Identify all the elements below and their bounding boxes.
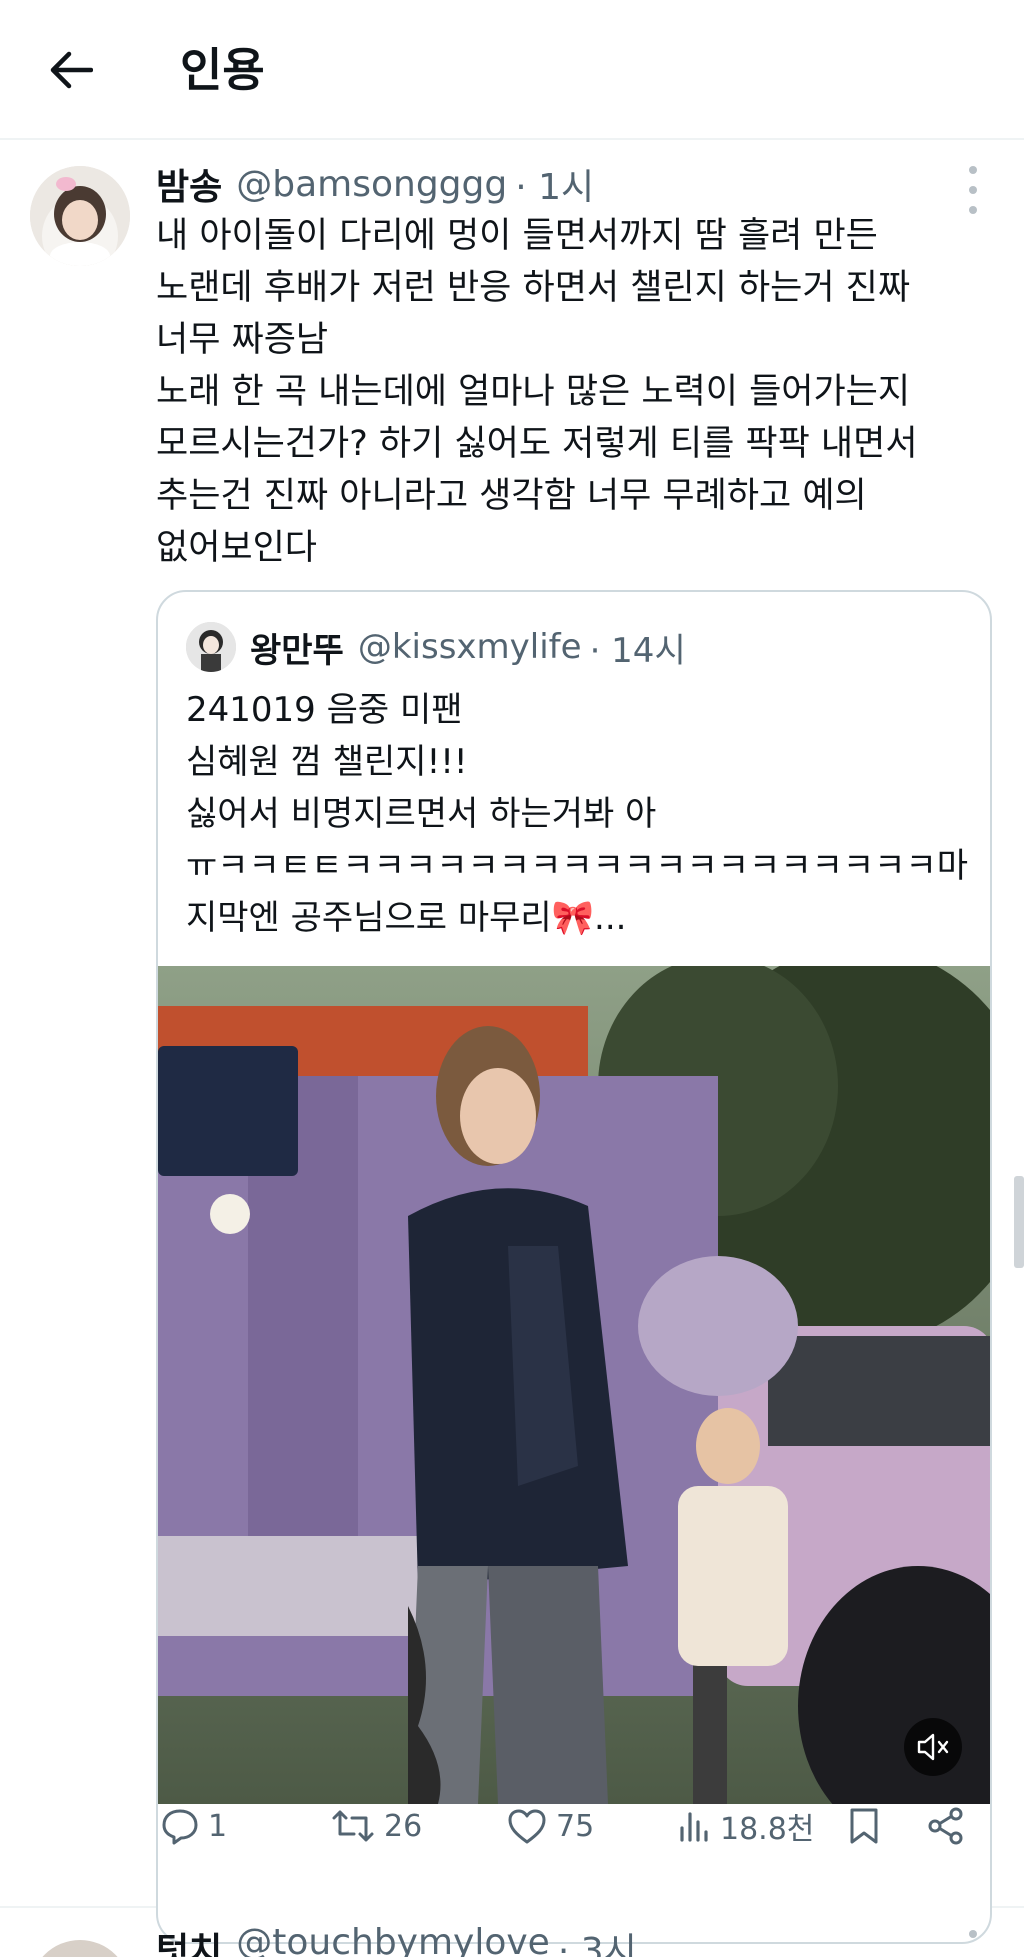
back-button[interactable] (40, 40, 100, 100)
share-icon (928, 1807, 963, 1845)
next-more-options-button[interactable] (958, 1930, 988, 1957)
view-count: 18.8천 (720, 1812, 815, 1847)
post-time: · 1시 (515, 167, 595, 208)
quote-display-name: 왕만뚜 (250, 630, 344, 671)
next-post-header: 텃치 @touchbymylove · 3시 (156, 1922, 637, 1957)
video-player[interactable] (158, 966, 990, 1804)
avatar-image (30, 166, 130, 266)
post[interactable]: 밤송 @bamsongggg · 1시 내 아이돌이 다리에 멍이 들면서까지 … (0, 140, 1024, 1944)
repost-icon (332, 1810, 374, 1842)
quote-time: · 14시 (589, 630, 686, 671)
bookmark-button[interactable] (846, 1796, 890, 1856)
action-bar: 1 26 75 18.8천 (156, 1796, 996, 1856)
avatar[interactable] (30, 166, 130, 266)
repost-button[interactable]: 26 (330, 1796, 422, 1856)
more-dot-icon (969, 1930, 977, 1938)
reply-button[interactable]: 1 (160, 1796, 227, 1856)
more-dot-icon (969, 166, 977, 174)
like-button[interactable]: 75 (506, 1796, 594, 1856)
more-dot-icon (969, 186, 977, 194)
share-button[interactable] (926, 1796, 974, 1856)
quote-avatar[interactable] (186, 622, 236, 672)
scrollbar-thumb[interactable] (1014, 1176, 1024, 1268)
arrow-left-icon (50, 51, 93, 89)
reply-icon (162, 1809, 198, 1845)
mute-button[interactable] (904, 1718, 962, 1776)
quote-text: 241019 음중 미팬 심혜원 껌 챌린지!!! 싫어서 비명지르면서 하는거… (186, 690, 968, 938)
post-header: 밤송 @bamsongggg · 1시 (156, 158, 594, 210)
next-avatar[interactable] (30, 1940, 130, 1957)
next-display-name[interactable]: 텃치 (156, 1922, 222, 1957)
next-post[interactable]: 텃치 @touchbymylove · 3시 (0, 1908, 1024, 1957)
next-time: · 3시 (557, 1931, 637, 1957)
analytics-icon (680, 1812, 708, 1842)
quoted-post[interactable]: 왕만뚜 @kissxmylife · 14시 241019 음중 미팬 심혜원 … (156, 590, 992, 1944)
like-count: 75 (556, 1808, 595, 1844)
page-title: 인용 (180, 43, 265, 97)
reply-count: 1 (208, 1808, 228, 1844)
bookmark-icon (850, 1808, 878, 1844)
views-button[interactable]: 18.8천 (676, 1796, 814, 1856)
video-frame (158, 966, 990, 1804)
quote-header: 왕만뚜 @kissxmylife · 14시 (250, 622, 686, 672)
post-text: 내 아이돌이 다리에 멍이 들면서까지 땀 흘려 만든 노랜데 후배가 저런 반… (156, 216, 918, 568)
volume-mute-icon (917, 1733, 949, 1761)
user-handle[interactable]: @bamsongggg (236, 164, 507, 205)
next-handle[interactable]: @touchbymylove (236, 1922, 550, 1957)
quote-avatar-image (186, 622, 236, 672)
top-bar: 인용 (0, 0, 1024, 140)
display-name[interactable]: 밤송 (156, 158, 222, 210)
more-options-button[interactable] (958, 166, 988, 214)
repost-count: 26 (384, 1808, 423, 1844)
heart-icon (508, 1809, 546, 1844)
quote-handle: @kissxmylife (357, 627, 582, 667)
